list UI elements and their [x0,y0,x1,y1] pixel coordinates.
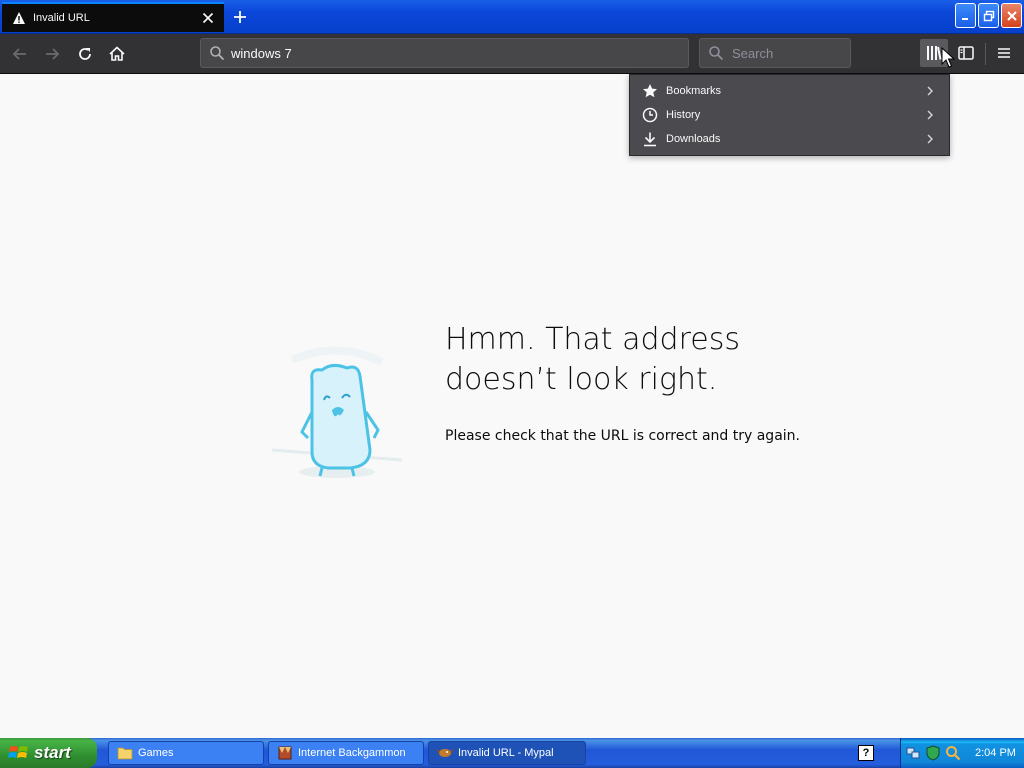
taskbar-item-label: Invalid URL - Mypal [458,747,554,759]
error-title-line: Hmm. That address [445,322,740,357]
start-button[interactable]: start [0,738,97,768]
close-icon [1006,10,1017,21]
home-button[interactable] [103,40,131,68]
new-tab-button[interactable] [228,5,252,29]
minimize-icon [961,17,968,20]
minimize-button[interactable] [955,3,976,28]
window-controls [955,3,1022,28]
menu-item-label: History [666,109,701,121]
library-menu: Bookmarks History Downloads [629,74,950,156]
navigation-toolbar [0,34,1024,74]
taskbar-item-games[interactable]: Games [108,741,264,765]
warning-icon [11,10,27,26]
home-icon [109,46,125,61]
search-input[interactable] [732,45,850,61]
url-bar[interactable] [200,38,689,68]
backgammon-icon [277,745,293,761]
windows-flag-icon [8,743,30,763]
restore-icon [983,10,994,21]
mypal-icon [437,745,453,761]
library-menu-item-downloads[interactable]: Downloads [630,127,949,151]
tab-invalid-url[interactable]: Invalid URL [2,2,224,32]
tray-search-icon[interactable] [945,745,961,761]
title-bar: Invalid URL [0,0,1024,34]
close-window-button[interactable] [1001,3,1022,28]
taskbar: start Games Internet Backgammon Invalid … [0,738,1024,768]
chevron-right-icon [923,110,937,120]
error-title: Hmm. That address doesn’t look right. [445,320,845,400]
chevron-right-icon [923,134,937,144]
network-icon[interactable] [905,745,921,761]
search-icon [209,45,225,61]
help-icon[interactable]: ? [858,745,874,761]
download-icon [642,131,658,147]
back-arrow-icon [12,48,26,60]
reload-icon [79,48,91,60]
close-tab-icon[interactable] [196,6,220,30]
forward-arrow-icon [46,48,60,60]
plus-icon [234,11,246,23]
back-button[interactable] [6,40,34,68]
folder-icon [117,745,133,761]
sidebar-icon [958,46,974,60]
taskbar-item-label: Games [138,747,174,759]
security-shield-icon[interactable] [925,745,941,761]
tab-title: Invalid URL [33,12,90,24]
puzzled-critter-icon [271,346,403,478]
mouse-cursor-icon [941,47,955,68]
hamburger-menu-icon [998,48,1010,58]
chevron-right-icon [923,86,937,96]
error-message: Please check that the URL is correct and… [445,428,800,444]
sidebar-button[interactable] [952,39,980,67]
restore-button[interactable] [978,3,999,28]
start-label: start [34,743,71,762]
star-icon [642,83,658,99]
error-title-line: doesn’t look right. [445,362,718,397]
url-input[interactable] [231,45,688,61]
forward-button[interactable] [38,40,66,68]
reload-button[interactable] [71,40,99,68]
taskbar-item-label: Internet Backgammon [298,747,406,759]
clock: 2:04 PM [975,747,1016,759]
search-icon [708,45,724,61]
library-menu-item-history[interactable]: History [630,103,949,127]
library-menu-item-bookmarks[interactable]: Bookmarks [630,79,949,103]
open-menu-button[interactable] [990,39,1018,67]
taskbar-item-invalid-url-mypal[interactable]: Invalid URL - Mypal [428,741,586,765]
search-bar[interactable] [699,38,851,68]
clock-icon [642,107,658,123]
menu-item-label: Bookmarks [666,85,722,97]
system-tray: 2:04 PM [900,738,1024,768]
error-illustration [262,340,412,485]
taskbar-item-internet-backgammon[interactable]: Internet Backgammon [268,741,424,765]
toolbar-separator [985,43,986,65]
menu-item-label: Downloads [666,133,721,145]
